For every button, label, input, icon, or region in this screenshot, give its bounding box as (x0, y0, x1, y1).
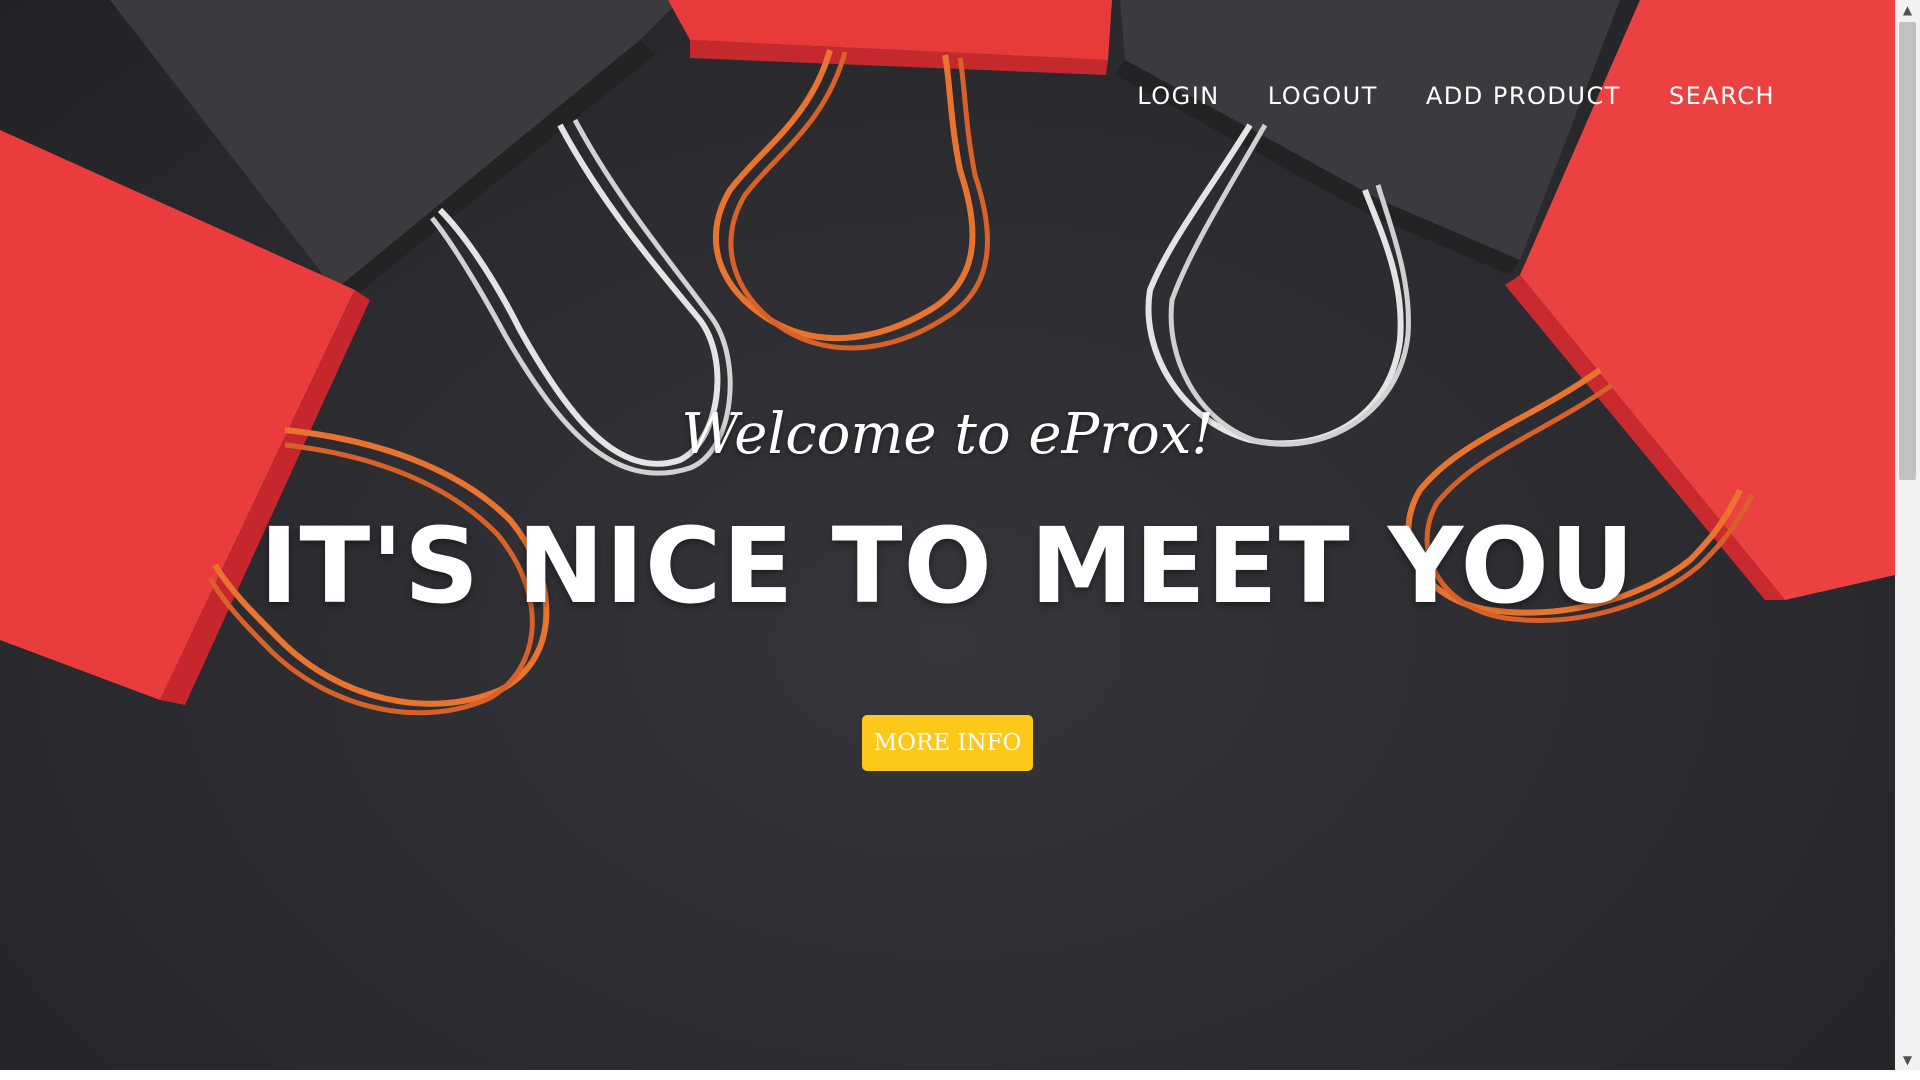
scroll-up-arrow-icon[interactable]: ▲ (1895, 0, 1920, 20)
hero-section: LOGIN LOGOUT ADD PRODUCT SEARCH Welcome … (0, 0, 1895, 1070)
scrollbar-thumb[interactable] (1899, 22, 1916, 480)
string-orange-center (713, 49, 976, 342)
bottom-edge (0, 1070, 1920, 1080)
nav-add-product-link[interactable]: ADD PRODUCT (1426, 82, 1621, 110)
hero-headline: IT'S NICE TO MEET YOU (259, 505, 1636, 627)
nav-login-link[interactable]: LOGIN (1137, 82, 1220, 110)
main-nav: LOGIN LOGOUT ADD PRODUCT SEARCH (1137, 82, 1775, 110)
scroll-down-arrow-icon[interactable]: ▼ (1895, 1050, 1920, 1070)
browser-viewport: LOGIN LOGOUT ADD PRODUCT SEARCH Welcome … (0, 0, 1920, 1080)
welcome-subheading: Welcome to eProx! (681, 402, 1214, 467)
more-info-button[interactable]: MORE INFO (862, 715, 1033, 771)
nav-search-link[interactable]: SEARCH (1669, 82, 1775, 110)
nav-logout-link[interactable]: LOGOUT (1268, 82, 1378, 110)
vertical-scrollbar[interactable]: ▲ ▼ (1895, 0, 1920, 1070)
